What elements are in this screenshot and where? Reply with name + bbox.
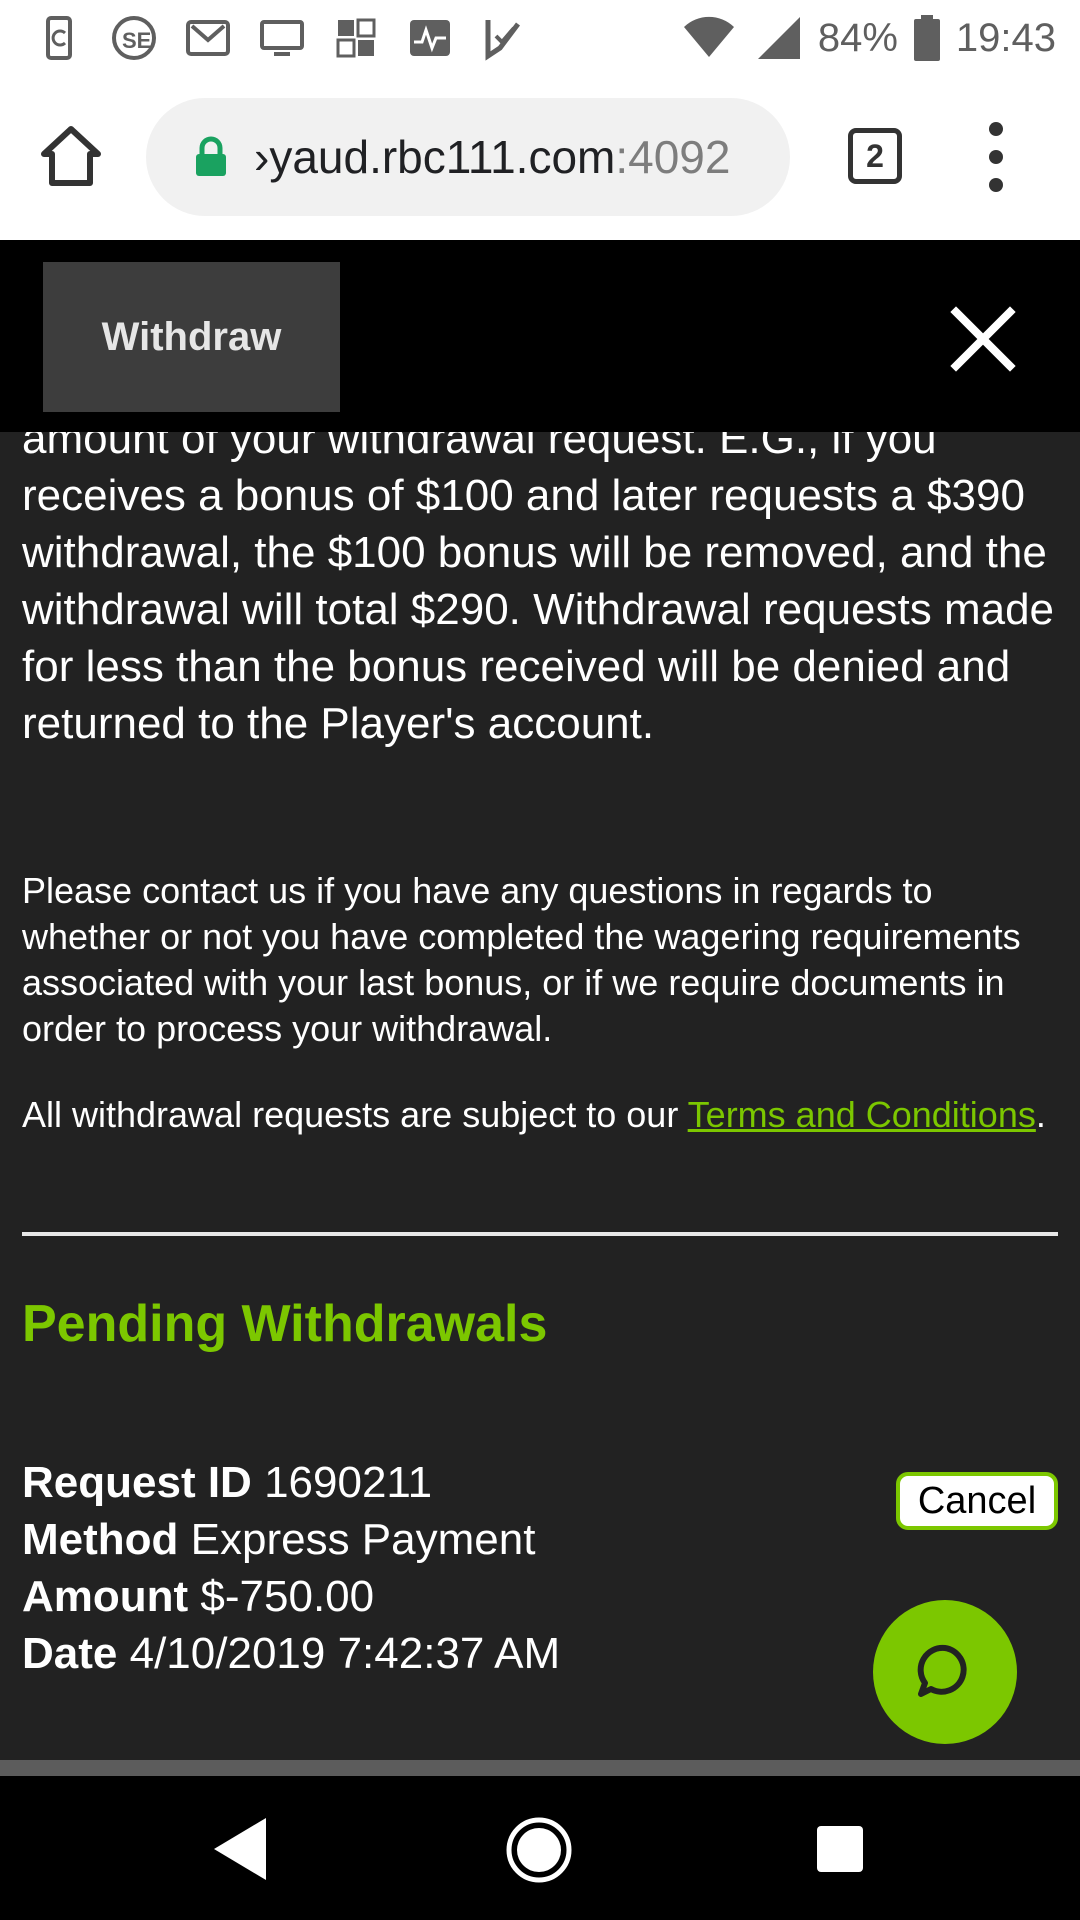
- se-app-icon: SE: [108, 14, 160, 62]
- notification-icons: SE: [34, 12, 530, 64]
- url-text: ›yaud.rbc111.com:4092: [254, 98, 774, 216]
- home-icon[interactable]: [40, 124, 102, 188]
- method-row: Method Express Payment: [22, 1511, 560, 1568]
- request-id-label: Request ID: [22, 1458, 252, 1507]
- back-icon[interactable]: [212, 1816, 268, 1882]
- tasks-check-icon: [478, 14, 530, 62]
- withdraw-content: amount of your withdrawal request. E.G.,…: [0, 432, 1080, 1760]
- signal-icon: [757, 17, 800, 59]
- url-port: :4092: [615, 131, 731, 183]
- browser-toolbar: ›yaud.rbc111.com:4092 2: [0, 76, 1080, 240]
- terms-link[interactable]: Terms and Conditions: [688, 1094, 1036, 1135]
- svg-text:SE: SE: [122, 28, 151, 53]
- method-label: Method: [22, 1515, 179, 1564]
- request-id-value: 1690211: [264, 1458, 433, 1507]
- method-value: Express Payment: [190, 1515, 536, 1564]
- bonus-policy-text: amount of your withdrawal request. E.G.,…: [22, 432, 1055, 748]
- page-bottom-strip: [0, 1760, 1080, 1776]
- terms-notice: All withdrawal requests are subject to o…: [22, 1092, 1062, 1138]
- chat-button[interactable]: [873, 1600, 1017, 1744]
- activity-app-icon: [404, 14, 456, 62]
- tab-withdraw[interactable]: Withdraw: [43, 262, 340, 412]
- request-id-row: Request ID 1690211: [22, 1454, 560, 1511]
- screen-cast-icon: [256, 14, 308, 62]
- close-icon[interactable]: [950, 306, 1016, 372]
- lock-icon: [196, 136, 226, 176]
- system-status: 84% 19:43: [682, 10, 1056, 66]
- pending-request: Request ID 1690211 Method Express Paymen…: [22, 1454, 560, 1682]
- terms-prefix: All withdrawal requests are subject to o…: [22, 1094, 688, 1135]
- date-value: 4/10/2019 7:42:37 AM: [129, 1629, 561, 1678]
- url-host: ›yaud.rbc111.com: [254, 131, 616, 183]
- modal-header: Withdraw: [0, 240, 1080, 432]
- date-row: Date 4/10/2019 7:42:37 AM: [22, 1625, 560, 1682]
- overflow-menu-icon[interactable]: [984, 122, 1008, 192]
- recent-apps-icon[interactable]: [817, 1826, 863, 1872]
- pending-withdrawals-title: Pending Withdrawals: [22, 1295, 548, 1353]
- home-nav-icon[interactable]: [505, 1816, 573, 1884]
- date-label: Date: [22, 1629, 118, 1678]
- address-bar[interactable]: ›yaud.rbc111.com:4092: [146, 98, 790, 216]
- contact-info-text: Please contact us if you have any questi…: [22, 870, 1021, 1049]
- chat-bubble-icon: [917, 1644, 967, 1697]
- battery-percentage: 84%: [817, 15, 898, 60]
- terms-suffix: .: [1035, 1094, 1046, 1135]
- puzzle-app-icon: [330, 14, 382, 62]
- gmail-icon: [182, 14, 234, 62]
- clock: 19:43: [955, 15, 1056, 60]
- divider: [22, 1232, 1058, 1236]
- battery-icon: [913, 15, 940, 61]
- data-saver-icon: [34, 14, 86, 62]
- wifi-icon: [683, 16, 734, 58]
- status-bar: SE 84% 19:43: [0, 0, 1080, 76]
- android-nav-bar: [0, 1776, 1080, 1920]
- amount-label: Amount: [22, 1572, 189, 1621]
- tab-switcher-button[interactable]: 2: [848, 128, 902, 184]
- cancel-button[interactable]: Cancel: [896, 1472, 1058, 1530]
- amount-value: $-750.00: [200, 1572, 375, 1621]
- amount-row: Amount $-750.00: [22, 1568, 560, 1625]
